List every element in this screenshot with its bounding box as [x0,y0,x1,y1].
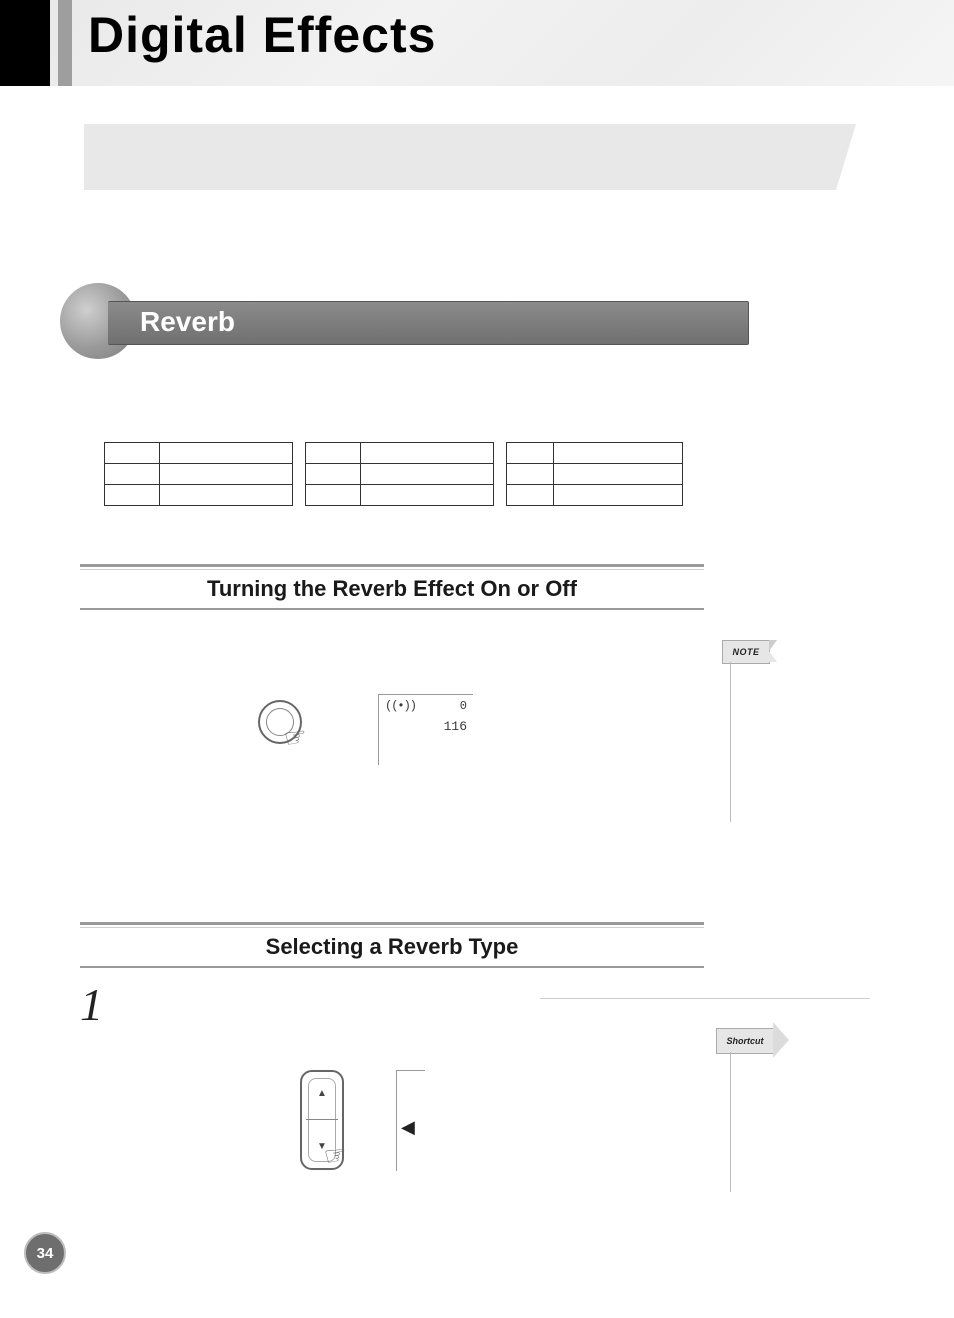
reverb-table-1 [104,442,293,506]
lcd-value-bottom: 116 [385,713,467,734]
shortcut-arrow-icon [773,1022,789,1058]
table-row [507,443,683,464]
function-rocker-figure: ▲ ▼ ☞ [300,1070,344,1170]
shortcut-flag: Shortcut [716,1028,774,1054]
table-row [105,443,293,464]
page: Digital Effects Reverb Turning the Rever… [0,0,954,1318]
header-accent-gray [58,0,72,86]
table-row [306,464,494,485]
shortcut-flag-stem [730,1052,731,1192]
table-row [507,464,683,485]
reverb-button-figure: ☞ [258,700,302,744]
lcd-readout-onoff: ((•)) 0 116 [378,694,473,765]
table-row [507,485,683,506]
triangle-up-icon: ▲ [302,1088,342,1099]
left-arrow-icon: ◀ [401,1117,415,1138]
note-flag-stem [730,662,731,822]
step-number-1: 1 [80,978,103,1031]
step-rule [540,998,870,999]
reverb-heading-row: Reverb [60,297,700,343]
reverb-type-tables [104,442,683,506]
note-flag: NOTE [722,640,770,664]
reverb-heading-text: Reverb [140,301,235,343]
section-banner [84,124,836,190]
hand-icon: ☞ [321,1138,349,1173]
hand-icon: ☞ [281,720,309,755]
page-title: Digital Effects [88,6,436,64]
table-row [306,443,494,464]
table-row [105,464,293,485]
subsection-title-onoff: Turning the Reverb Effect On or Off [80,576,704,610]
table-row [105,485,293,506]
reverb-table-3 [506,442,683,506]
subsection-rule-2 [80,922,704,928]
lcd-readout-type: ◀ [396,1070,425,1171]
reverb-table-2 [305,442,494,506]
table-row [306,485,494,506]
lcd-value-top: 0 [460,699,467,713]
subsection-title-type: Selecting a Reverb Type [80,934,704,968]
reverb-waves-icon: ((•)) [385,699,416,713]
header-accent-black [0,0,50,86]
page-number-badge: 34 [24,1232,66,1274]
page-header-band: Digital Effects [0,0,954,86]
subsection-rule-1 [80,564,704,570]
